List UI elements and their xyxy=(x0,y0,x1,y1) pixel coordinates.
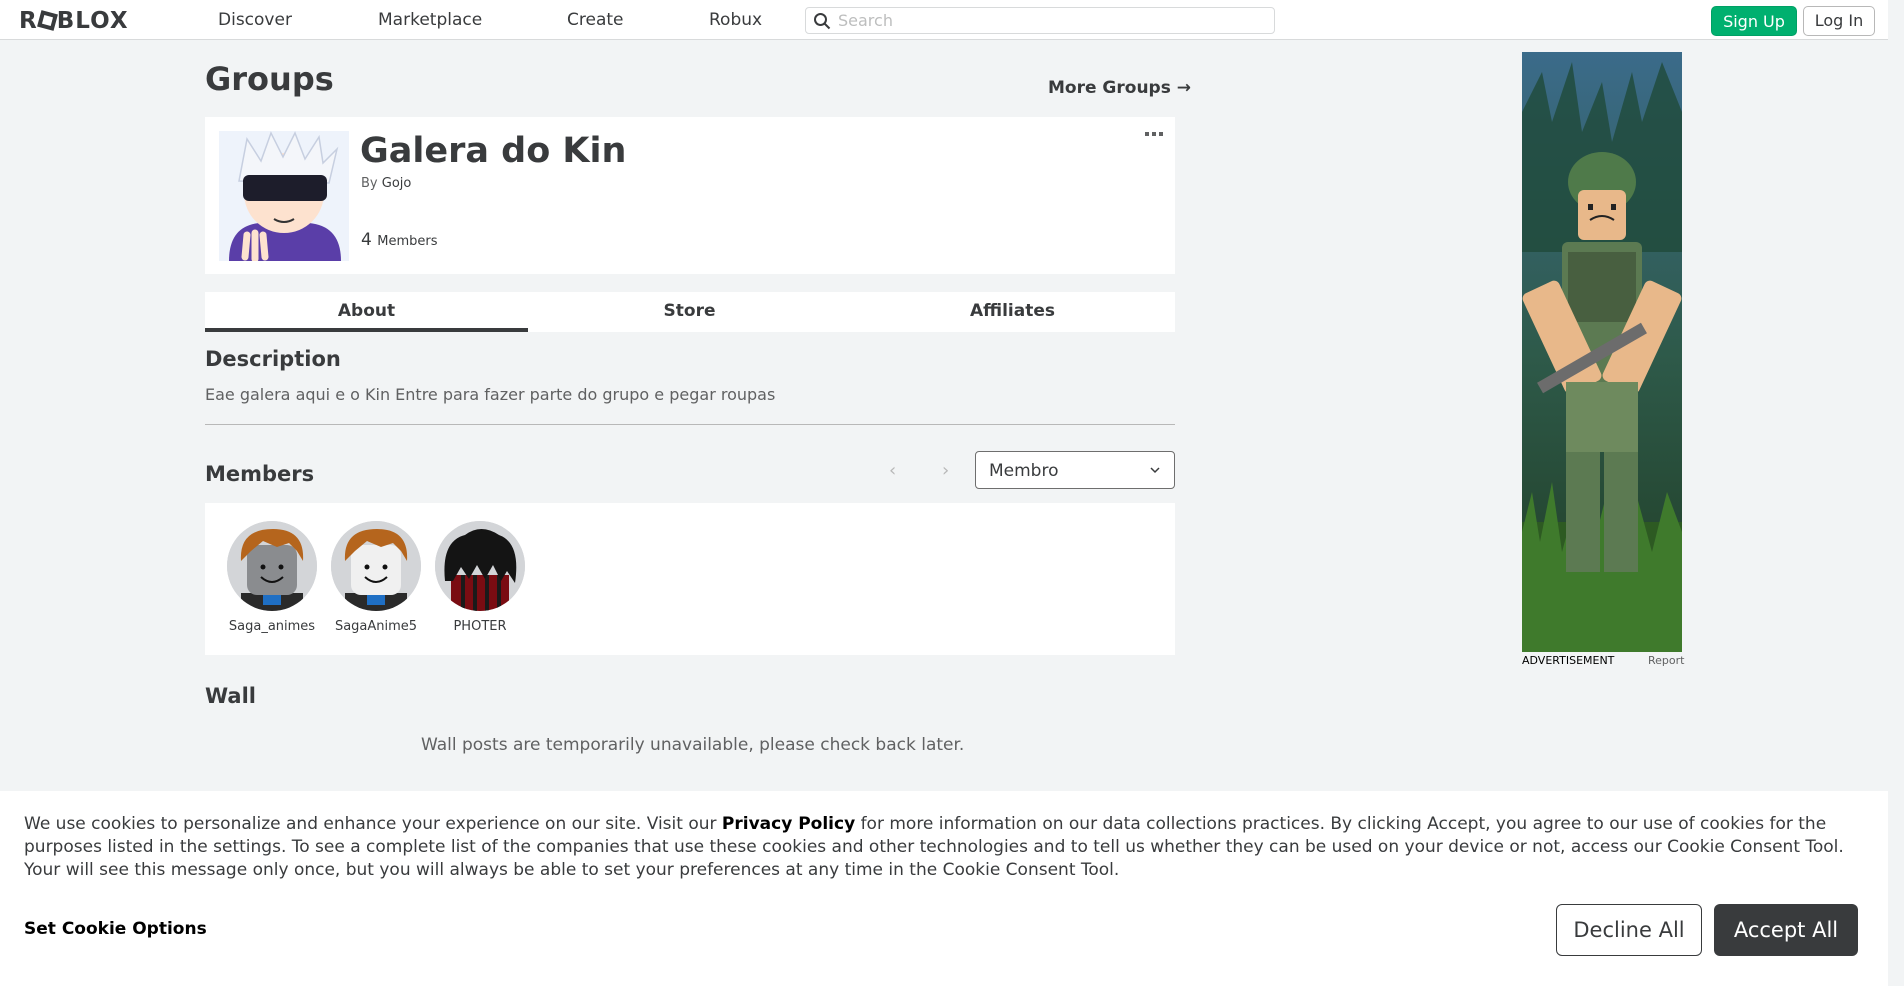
description-heading: Description xyxy=(205,347,341,371)
group-name: Galera do Kin xyxy=(360,131,627,171)
description-text: Eae galera aqui e o Kin Entre para fazer… xyxy=(205,385,776,404)
member-count-number: 4 xyxy=(361,230,372,250)
cookie-text-before: We use cookies to personalize and enhanc… xyxy=(24,814,722,834)
log-in-button[interactable]: Log In xyxy=(1803,6,1875,36)
member-card[interactable]: PHOTER xyxy=(428,521,532,634)
member-username[interactable]: SagaAnime5 xyxy=(324,619,428,634)
cookie-consent-banner: We use cookies to personalize and enhanc… xyxy=(0,791,1888,986)
member-username[interactable]: Saga_animes xyxy=(220,619,324,634)
group-owner: By Gojo xyxy=(361,176,411,191)
wall-heading: Wall xyxy=(205,684,256,708)
sign-up-button[interactable]: Sign Up xyxy=(1711,6,1797,36)
role-select-dropdown[interactable]: Membro xyxy=(975,451,1175,489)
more-options-icon[interactable] xyxy=(1145,131,1163,139)
report-ad-link[interactable]: Report xyxy=(1648,654,1684,667)
set-cookie-options-link[interactable]: Set Cookie Options xyxy=(24,919,207,939)
advertisement-banner[interactable] xyxy=(1522,52,1682,652)
avatar[interactable] xyxy=(435,521,525,611)
chevron-down-icon xyxy=(1150,467,1160,474)
search-input[interactable] xyxy=(838,10,1258,31)
nav-discover[interactable]: Discover xyxy=(218,10,292,30)
nav-robux[interactable]: Robux xyxy=(709,10,762,30)
page-title: Groups xyxy=(205,60,334,98)
chevron-left-icon[interactable]: ‹ xyxy=(889,460,896,481)
chevron-right-icon[interactable]: › xyxy=(942,460,949,481)
wall-unavailable-message: Wall posts are temporarily unavailable, … xyxy=(421,735,965,755)
avatar[interactable] xyxy=(331,521,421,611)
member-username[interactable]: PHOTER xyxy=(428,619,532,634)
top-navigation-bar: R BLOX Discover Marketplace Create Robux … xyxy=(0,0,1888,40)
search-icon[interactable] xyxy=(813,12,831,30)
roblox-logo[interactable]: R BLOX xyxy=(19,8,129,34)
tab-affiliates[interactable]: Affiliates xyxy=(851,292,1174,332)
cookie-message: We use cookies to personalize and enhanc… xyxy=(24,813,1844,882)
accept-all-button[interactable]: Accept All xyxy=(1714,904,1858,956)
members-list: Saga_animes SagaAnime5 PHOTER xyxy=(205,503,1175,655)
owner-link[interactable]: Gojo xyxy=(382,176,412,191)
group-tabs: About Store Affiliates xyxy=(205,292,1175,332)
tab-about[interactable]: About xyxy=(205,292,528,332)
member-count-label: Members xyxy=(377,234,438,249)
more-groups-link[interactable]: More Groups → xyxy=(1048,78,1191,98)
avatar[interactable] xyxy=(227,521,317,611)
search-box[interactable] xyxy=(805,7,1275,34)
role-select-value: Membro xyxy=(989,461,1059,481)
member-card[interactable]: Saga_animes xyxy=(220,521,324,634)
member-count: 4 Members xyxy=(361,230,437,250)
members-heading: Members xyxy=(205,462,315,486)
group-emblem xyxy=(219,131,349,261)
tab-store[interactable]: Store xyxy=(528,292,851,332)
section-divider xyxy=(205,424,1175,425)
nav-create[interactable]: Create xyxy=(567,10,624,30)
decline-all-button[interactable]: Decline All xyxy=(1556,904,1702,956)
advertisement-label: ADVERTISEMENT xyxy=(1522,654,1615,667)
member-card[interactable]: SagaAnime5 xyxy=(324,521,428,634)
nav-marketplace[interactable]: Marketplace xyxy=(378,10,482,30)
owner-prefix: By xyxy=(361,176,378,191)
group-header-card: Galera do Kin By Gojo 4 Members xyxy=(205,117,1175,274)
privacy-policy-link[interactable]: Privacy Policy xyxy=(722,814,855,834)
